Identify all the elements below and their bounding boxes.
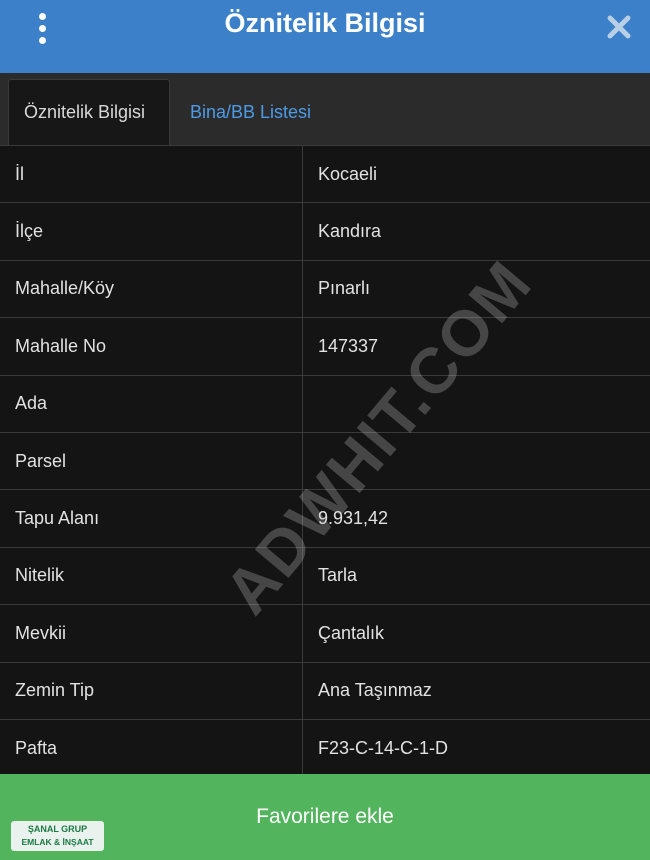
table-row: İl Kocaeli (0, 146, 650, 204)
row-value: Çantalık (318, 622, 385, 643)
row-key: İl (0, 146, 303, 203)
row-key: Parsel (0, 432, 303, 490)
row-key: İlçe (0, 203, 303, 260)
row-key: Zemin Tip (0, 662, 303, 719)
logo-line-1: ŞANAL GRUP (27, 824, 88, 834)
close-icon[interactable] (606, 14, 632, 40)
row-key: Nitelik (0, 547, 303, 605)
row-key: Mahalle/Köy (0, 260, 303, 318)
tab-bar: Öznitelik Bilgisi Bina/BB Listesi (0, 73, 650, 145)
row-value: 147337 (318, 335, 379, 356)
table-row: Parsel (0, 432, 650, 491)
logo-line-2: EMLAK & İNŞAAT (21, 837, 94, 847)
row-value: Tarla (318, 565, 358, 586)
attribute-table: İl Kocaeli İlçe Kandıra Mahalle/Köy Pına… (0, 145, 650, 778)
table-row: Mahalle No 147337 (0, 318, 650, 376)
row-value: Kandıra (318, 221, 382, 242)
tab-attribute-info[interactable]: Öznitelik Bilgisi (8, 79, 170, 145)
table-row: Zemin Tip Ana Taşınmaz (0, 662, 650, 720)
table-row: Tapu Alanı 9.931,42 (0, 490, 650, 548)
row-value (303, 376, 650, 432)
row-key: Ada (0, 375, 303, 432)
row-value: F23-C-14-C-1-D (318, 737, 449, 758)
table-row: Nitelik Tarla (0, 547, 650, 606)
company-logo: ŞANAL GRUP EMLAK & İNŞAAT (11, 821, 104, 851)
tab-building-list[interactable]: Bina/BB Listesi (175, 79, 326, 145)
table-row: İlçe Kandıra (0, 203, 650, 261)
row-value: Kocaeli (318, 163, 378, 184)
header-bar: Öznitelik Bilgisi (0, 0, 650, 73)
page-title: Öznitelik Bilgisi (224, 8, 426, 38)
row-key: Tapu Alanı (0, 490, 303, 547)
row-value: 9.931,42 (318, 508, 389, 529)
attribute-info-screen: Öznitelik Bilgisi Öznitelik Bilgisi Bina… (0, 0, 650, 860)
row-key: Mevkii (0, 605, 303, 662)
row-value: Pınarlı (318, 278, 371, 299)
table-row: Mahalle/Köy Pınarlı (0, 260, 650, 319)
row-value: Ana Taşınmaz (318, 680, 432, 701)
row-value (303, 433, 650, 489)
row-key: Pafta (0, 719, 303, 777)
table-row: Mevkii Çantalık (0, 605, 650, 663)
table-row: Ada (0, 375, 650, 433)
table-row: Pafta F23-C-14-C-1-D (0, 719, 650, 778)
row-key: Mahalle No (0, 318, 303, 375)
